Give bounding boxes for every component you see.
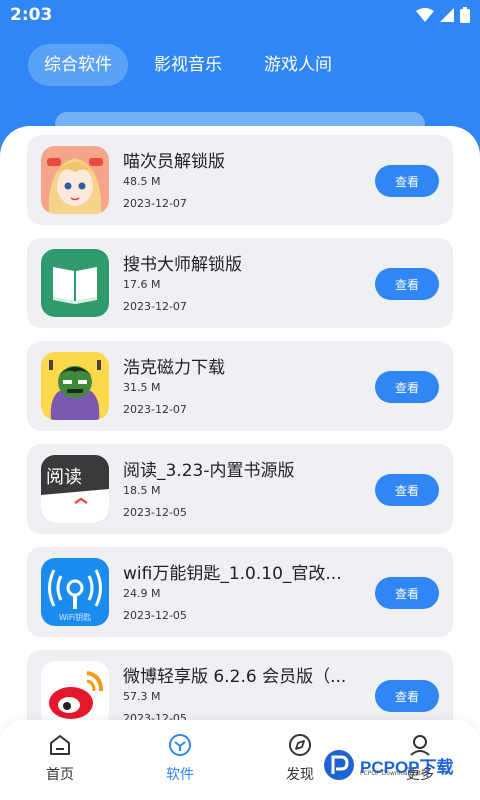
- compass-icon: [289, 734, 311, 756]
- app-size: 24.9 M: [123, 587, 161, 600]
- status-bar: 2:03: [0, 0, 480, 30]
- app-size: 48.5 M: [123, 175, 161, 188]
- app-date: 2023-12-07: [123, 197, 187, 210]
- app-size: 57.3 M: [123, 690, 161, 703]
- app-name: 微博轻享版 6.2.6 会员版（...: [123, 667, 347, 687]
- app-name: wifi万能钥匙_1.0.10_官改...: [123, 564, 342, 584]
- tab-video-music[interactable]: 影视音乐: [138, 44, 238, 86]
- view-button[interactable]: 查看: [375, 577, 439, 609]
- view-button[interactable]: 查看: [375, 474, 439, 506]
- open-book-icon: [41, 249, 109, 317]
- status-icons: [416, 7, 470, 23]
- app-name: 浩克磁力下载: [123, 358, 225, 378]
- home-icon: [50, 735, 70, 755]
- app-list-sheet: 喵次员解锁版 48.5 M 2023-12-07 查看 搜书大师解锁版 17.6…: [0, 126, 480, 800]
- app-size: 18.5 M: [123, 484, 161, 497]
- anime-girl-icon: [41, 146, 109, 214]
- cell-signal-icon: [440, 8, 454, 22]
- app-card[interactable]: 阅读 阅读_3.23-内置书源版 18.5 M 2023-12-05 查看: [27, 444, 453, 534]
- app-size: 17.6 M: [123, 278, 161, 291]
- app-card[interactable]: WiFi钥匙 wifi万能钥匙_1.0.10_官改... 24.9 M 2023…: [27, 547, 453, 637]
- tab-general-software[interactable]: 综合软件: [28, 44, 128, 86]
- wifi-key-icon: WiFi钥匙: [41, 558, 109, 626]
- pcpop-logo-icon: [324, 750, 354, 780]
- app-card[interactable]: 喵次员解锁版 48.5 M 2023-12-07 查看: [27, 135, 453, 225]
- view-button[interactable]: 查看: [375, 680, 439, 712]
- nav-item-software[interactable]: 软件: [140, 728, 220, 792]
- app-date: 2023-12-05: [123, 609, 187, 622]
- hulk-icon: [41, 352, 109, 420]
- app-card[interactable]: 浩克磁力下载 31.5 M 2023-12-07 查看: [27, 341, 453, 431]
- wifi-signal-icon: [416, 8, 434, 22]
- app-name: 阅读_3.23-内置书源版: [123, 461, 295, 481]
- reading-icon-label: 阅读: [46, 467, 82, 488]
- weibo-icon: [41, 661, 109, 729]
- app-date: 2023-12-07: [123, 403, 187, 416]
- app-size: 31.5 M: [123, 381, 161, 394]
- view-button[interactable]: 查看: [375, 268, 439, 300]
- view-button[interactable]: 查看: [375, 371, 439, 403]
- battery-icon: [460, 7, 470, 23]
- view-button[interactable]: 查看: [375, 165, 439, 197]
- software-icon: [169, 734, 191, 756]
- status-time: 2:03: [10, 5, 53, 25]
- category-tabs: 综合软件 影视音乐 游戏人间: [28, 44, 348, 86]
- watermark-subtext: PCPOP Download Site: [360, 770, 425, 777]
- app-name: 喵次员解锁版: [123, 152, 225, 172]
- wifi-icon-label: WiFi钥匙: [59, 612, 91, 622]
- watermark: PCPOP下载 PCPOP Download Site: [322, 748, 454, 782]
- nav-item-home[interactable]: 首页: [20, 728, 100, 792]
- app-date: 2023-12-05: [123, 506, 187, 519]
- nav-label-home: 首页: [46, 767, 74, 783]
- app-name: 搜书大师解锁版: [123, 255, 242, 275]
- nav-label-software: 软件: [166, 767, 194, 783]
- reading-book-icon: 阅读: [41, 455, 109, 523]
- app-date: 2023-12-07: [123, 300, 187, 313]
- tab-games[interactable]: 游戏人间: [248, 44, 348, 86]
- app-card[interactable]: 搜书大师解锁版 17.6 M 2023-12-07 查看: [27, 238, 453, 328]
